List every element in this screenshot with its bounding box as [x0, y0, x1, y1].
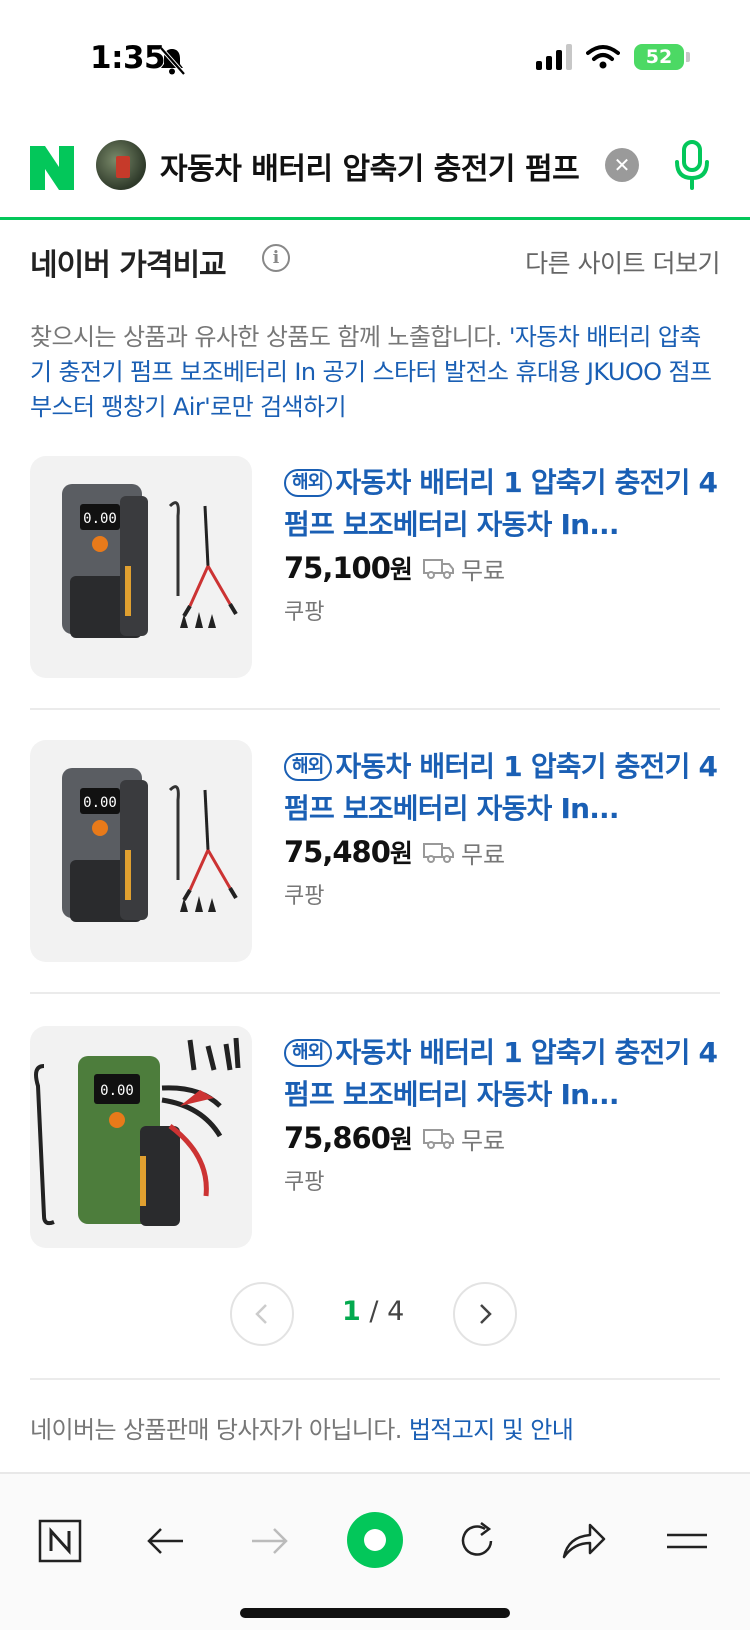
green-dot-icon: [347, 1512, 403, 1568]
chevron-right-icon: [480, 1304, 492, 1324]
next-page-button[interactable]: [453, 1282, 517, 1346]
product-image[interactable]: 0.00: [30, 456, 252, 678]
price-row: 75,100 원 무료: [284, 550, 720, 586]
bottom-toolbar: [0, 1472, 750, 1630]
green-dot-button[interactable]: [345, 1510, 405, 1570]
shipping-fee: 무료: [460, 556, 506, 585]
similar-products-notice: 찾으시는 상품과 유사한 상품도 함께 노출합니다. '자동차 배터리 압축기 …: [30, 320, 720, 425]
more-sites-link[interactable]: 다른 사이트 더보기: [525, 244, 720, 280]
svg-text:0.00: 0.00: [83, 511, 117, 527]
battery-indicator: 52: [634, 44, 690, 70]
current-page: 1: [342, 1296, 361, 1327]
page-indicator: 1 / 4: [342, 1296, 404, 1327]
silent-bell-icon: [159, 46, 186, 76]
chevron-left-icon: [255, 1304, 267, 1324]
arrow-left-icon: [147, 1528, 183, 1554]
clear-search-button[interactable]: ✕: [605, 148, 639, 182]
product-info: 해외 자동차 배터리 1 압축기 충전기 4 펌프 보조베터리 자동차 In...…: [284, 1032, 720, 1196]
battery-level: 52: [645, 46, 673, 68]
section-title: 네이버 가격비교: [30, 248, 227, 283]
notice-text: 찾으시는 상품과 유사한 상품도 함께 노출합니다.: [30, 323, 509, 351]
svg-text:0.00: 0.00: [100, 1083, 134, 1099]
divider: [30, 1378, 720, 1380]
product-image[interactable]: 0.00: [30, 1026, 252, 1248]
cellular-signal-icon: [536, 44, 572, 70]
back-button[interactable]: [140, 1516, 190, 1566]
product-name: 자동차 배터리 1 압축기 충전기 4 펌프 보조베터리 자동차 In...: [284, 750, 718, 825]
product-card[interactable]: 0.00 해외 자동차 배터리 1 압축기 충전기 4 펌프 보조베터리 자동차 …: [30, 740, 720, 966]
product-price: 75,100: [284, 551, 391, 585]
jump-starter-image: 0.00: [34, 1037, 241, 1226]
search-input[interactable]: 자동차 배터리 압축기 충전기 펌프: [160, 144, 590, 188]
product-name-link[interactable]: 해외 자동차 배터리 1 압축기 충전기 4 펌프 보조베터리 자동차 In...: [284, 1032, 720, 1116]
product-name: 자동차 배터리 1 압축기 충전기 4 펌프 보조베터리 자동차 In...: [284, 466, 718, 541]
store-name: 쿠팡: [284, 600, 325, 625]
price-row: 75,480 원 무료: [284, 834, 720, 870]
arrow-right-icon: [252, 1528, 288, 1554]
legal-notice-link[interactable]: 법적고지 및 안내: [409, 1416, 574, 1444]
share-button[interactable]: [558, 1516, 608, 1566]
status-time: 1:35: [90, 40, 166, 76]
wifi-icon: [586, 45, 620, 69]
product-card[interactable]: 0.00 해외 자동차 배터리 1 압축기 충전기 4 펌프 보조베터리 자동차 …: [30, 456, 720, 682]
menu-button[interactable]: [662, 1516, 712, 1566]
shipping-fee: 무료: [460, 840, 506, 869]
total-pages: 4: [387, 1296, 405, 1327]
product-card[interactable]: 0.00 해외 자동차 배터리 1 압축기 충전기 4 펌프 보조베터리 자동차 …: [30, 1026, 720, 1252]
delivery-truck-icon: [422, 843, 454, 863]
prev-page-button[interactable]: [230, 1282, 294, 1346]
delivery-truck-icon: [422, 559, 454, 579]
overseas-badge: 해외: [284, 753, 332, 781]
product-name-link[interactable]: 해외 자동차 배터리 1 압축기 충전기 4 펌프 보조베터리 자동차 In...: [284, 746, 720, 830]
product-name: 자동차 배터리 1 압축기 충전기 4 펌프 보조베터리 자동차 In...: [284, 1036, 718, 1111]
search-header: 자동차 배터리 압축기 충전기 펌프 ✕: [0, 118, 750, 220]
product-price: 75,860: [284, 1121, 391, 1155]
reload-icon: [461, 1522, 493, 1556]
home-indicator[interactable]: [240, 1608, 510, 1618]
share-icon: [562, 1523, 606, 1559]
price-unit: 원: [389, 555, 413, 584]
page-separator: /: [360, 1296, 388, 1327]
delivery-truck-icon: [422, 1129, 454, 1149]
naver-n-icon: [38, 1519, 82, 1563]
overseas-badge: 해외: [284, 1039, 332, 1067]
disclaimer-text: 네이버는 상품판매 당사자가 아닙니다.: [30, 1416, 409, 1444]
jump-starter-image: 0.00: [62, 768, 238, 922]
status-indicators: 52: [536, 44, 690, 70]
status-bar: 1:35 52: [0, 0, 750, 118]
naver-home-button[interactable]: [35, 1516, 85, 1566]
search-image-thumbnail[interactable]: [96, 140, 146, 190]
product-price: 75,480: [284, 835, 391, 869]
store-name: 쿠팡: [284, 884, 325, 909]
close-icon: ✕: [613, 153, 631, 177]
naver-logo-icon[interactable]: [30, 146, 74, 190]
microphone-icon[interactable]: [672, 140, 712, 192]
product-image[interactable]: 0.00: [30, 740, 252, 962]
product-info: 해외 자동차 배터리 1 압축기 충전기 4 펌프 보조베터리 자동차 In...…: [284, 462, 720, 626]
divider: [30, 992, 720, 994]
hamburger-menu-icon: [667, 1533, 707, 1549]
divider: [30, 708, 720, 710]
overseas-badge: 해외: [284, 469, 332, 497]
store-name: 쿠팡: [284, 1170, 325, 1195]
product-name-link[interactable]: 해외 자동차 배터리 1 압축기 충전기 4 펌프 보조베터리 자동차 In...: [284, 462, 720, 546]
price-unit: 원: [389, 839, 413, 868]
price-unit: 원: [389, 1125, 413, 1154]
svg-text:0.00: 0.00: [83, 795, 117, 811]
reload-button[interactable]: [452, 1516, 502, 1566]
price-row: 75,860 원 무료: [284, 1120, 720, 1156]
shipping-fee: 무료: [460, 1126, 506, 1155]
disclaimer: 네이버는 상품판매 당사자가 아닙니다. 법적고지 및 안내: [30, 1410, 574, 1445]
info-icon[interactable]: i: [262, 244, 290, 272]
forward-button[interactable]: [245, 1516, 295, 1566]
product-info: 해외 자동차 배터리 1 압축기 충전기 4 펌프 보조베터리 자동차 In...…: [284, 746, 720, 910]
jump-starter-image: 0.00: [62, 484, 238, 638]
